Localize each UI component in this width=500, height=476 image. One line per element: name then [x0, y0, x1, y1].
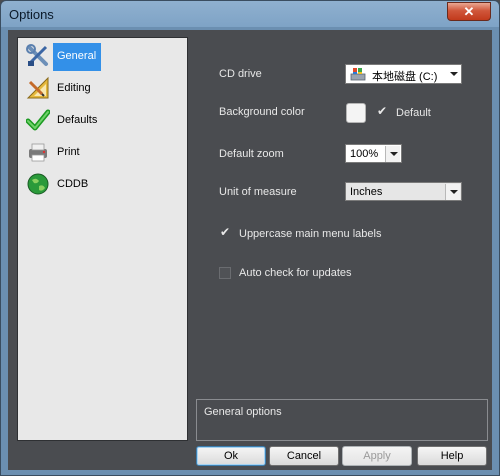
title-bar: Options ✕ — [1, 1, 499, 29]
unit-of-measure-label: Unit of measure — [219, 186, 297, 198]
sidebar-item-editing[interactable]: Editing — [26, 73, 186, 103]
apply-button[interactable]: Apply — [342, 446, 412, 466]
sidebar-item-label: Print — [57, 146, 80, 158]
sidebar-item-general[interactable]: General — [26, 41, 186, 71]
dialog-body: General Editing Defaults Print CDDB CD d… — [8, 30, 492, 470]
tools-icon — [26, 44, 48, 66]
close-icon: ✕ — [463, 4, 475, 19]
default-zoom-label: Default zoom — [219, 148, 284, 160]
cd-drive-value: 本地磁盘 (C:) — [372, 71, 438, 83]
unit-of-measure-select[interactable]: Inches — [345, 182, 462, 201]
close-button[interactable]: ✕ — [447, 2, 491, 21]
cancel-button[interactable]: Cancel — [269, 446, 339, 466]
globe-icon — [27, 173, 49, 195]
background-default-label: Default — [396, 107, 431, 119]
ok-button[interactable]: Ok — [196, 446, 266, 466]
unit-of-measure-value: Inches — [350, 186, 383, 198]
uppercase-menu-label: Uppercase main menu labels — [239, 228, 382, 240]
sidebar-item-cddb[interactable]: CDDB — [26, 169, 186, 199]
sidebar-item-label: Editing — [57, 82, 91, 94]
checkmark-icon — [26, 109, 50, 131]
sidebar-item-print[interactable]: Print — [26, 137, 186, 167]
sidebar-item-defaults[interactable]: Defaults — [26, 105, 186, 135]
cd-drive-label: CD drive — [219, 68, 262, 80]
drive-icon — [350, 68, 366, 81]
sidebar-item-label: General — [53, 43, 101, 71]
default-zoom-select[interactable]: 100% — [345, 144, 402, 163]
description-text: General options — [204, 406, 282, 418]
help-button[interactable]: Help — [417, 446, 487, 466]
sidebar-item-label: Defaults — [57, 114, 98, 126]
default-zoom-value: 100% — [350, 148, 379, 160]
sidebar-item-label: CDDB — [57, 178, 89, 190]
chevron-down-icon — [450, 72, 458, 76]
chevron-down-icon[interactable] — [385, 146, 400, 162]
auto-check-label: Auto check for updates — [239, 267, 352, 279]
background-default-checkbox[interactable] — [376, 104, 388, 119]
background-color-label: Background color — [219, 106, 305, 118]
uppercase-menu-checkbox[interactable] — [219, 225, 231, 240]
auto-check-checkbox[interactable] — [219, 267, 231, 279]
printer-icon — [29, 143, 47, 162]
chevron-down-icon[interactable] — [445, 184, 460, 200]
description-panel: General options — [196, 399, 488, 441]
ruler-pencil-icon — [26, 76, 49, 99]
category-sidebar: General Editing Defaults Print CDDB — [17, 37, 188, 441]
options-window: Options ✕ General Editing Defaults Print… — [0, 0, 500, 476]
background-color-swatch[interactable] — [346, 103, 366, 123]
cd-drive-select[interactable]: 本地磁盘 (C:) — [345, 64, 462, 84]
window-title: Options — [9, 7, 54, 22]
